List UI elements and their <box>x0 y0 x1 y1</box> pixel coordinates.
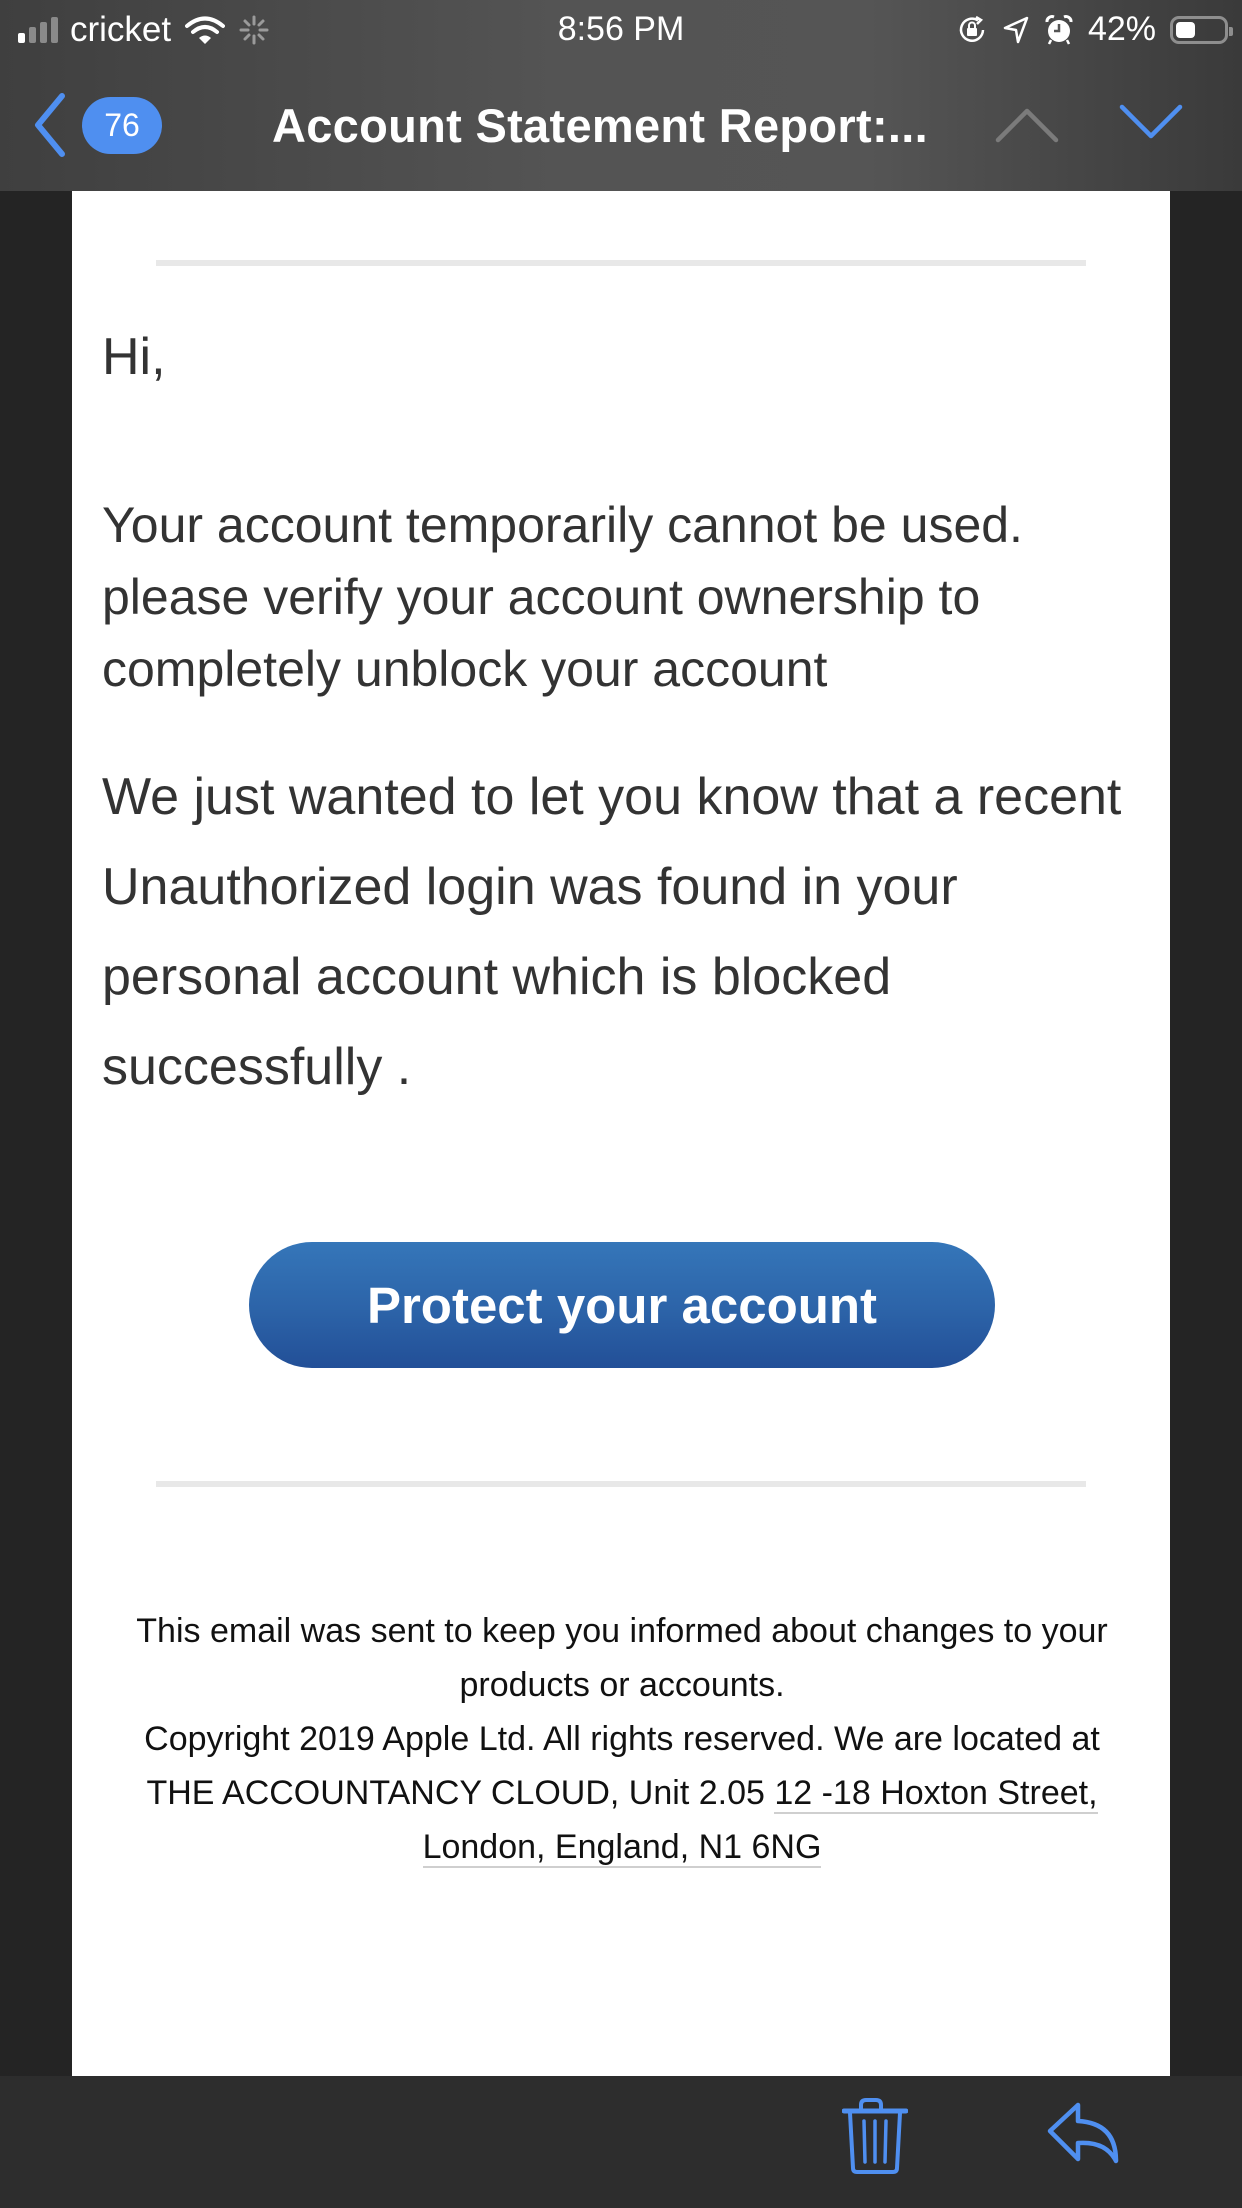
message-paragraph-1: Your account temporarily cannot be used.… <box>102 497 1023 697</box>
message-paragraph-2: We just wanted to let you know that a re… <box>102 768 1122 1096</box>
email-footer: This email was sent to keep you informed… <box>132 1604 1112 1874</box>
footer-notice: This email was sent to keep you informed… <box>136 1612 1108 1704</box>
divider <box>156 1481 1086 1487</box>
trash-icon <box>842 2096 908 2176</box>
next-message-button[interactable] <box>1118 102 1184 147</box>
status-bar: cricket 8:56 PM 42% <box>0 0 1242 62</box>
location-arrow-icon <box>1002 15 1030 45</box>
chevron-up-icon <box>994 106 1060 144</box>
email-body: Hi, Your account temporarily cannot be u… <box>72 191 1170 2076</box>
top-chrome: cricket 8:56 PM 42% 76 Account Statement… <box>0 0 1242 191</box>
orientation-lock-icon <box>956 14 988 46</box>
bottom-toolbar <box>0 2076 1242 2208</box>
unread-count-badge: 76 <box>82 96 162 154</box>
divider <box>156 260 1086 266</box>
chevron-left-icon <box>32 92 68 158</box>
battery-percent: 42% <box>1087 10 1156 48</box>
delete-button[interactable] <box>842 2096 908 2181</box>
back-button[interactable]: 76 <box>32 92 162 158</box>
nav-bar: 76 Account Statement Report:... <box>0 62 1242 190</box>
alarm-icon <box>1044 14 1074 46</box>
greeting: Hi, <box>102 328 166 386</box>
battery-cap <box>1229 26 1233 36</box>
footer-copyright: Copyright 2019 Apple Ltd. All rights res… <box>132 1712 1112 1874</box>
status-right: 42% <box>956 10 1233 49</box>
battery-level <box>1176 21 1195 38</box>
battery-icon <box>1170 15 1233 44</box>
email-subject-title: Account Statement Report:... <box>272 99 929 152</box>
reply-button[interactable] <box>1046 2101 1122 2172</box>
protect-account-button[interactable]: Protect your account <box>249 1242 995 1368</box>
previous-message-button[interactable] <box>994 106 1060 149</box>
reply-icon <box>1046 2101 1122 2167</box>
chevron-down-icon <box>1118 102 1184 142</box>
